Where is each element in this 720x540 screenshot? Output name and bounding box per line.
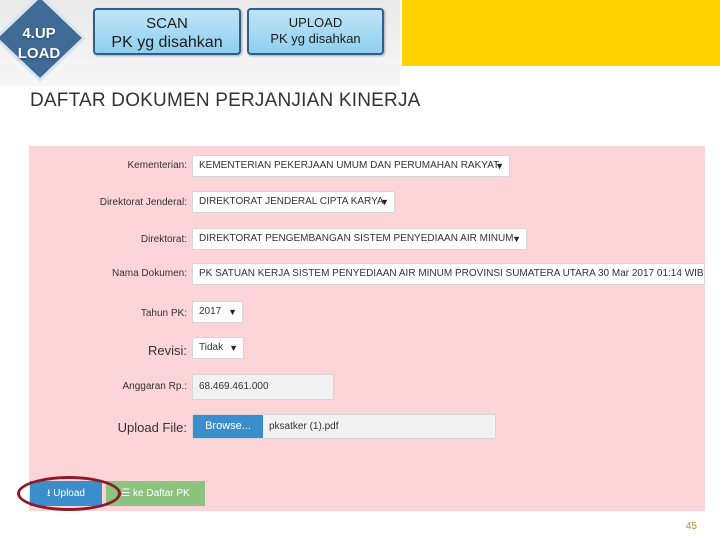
anggaran-label: Anggaran Rp.: xyxy=(122,381,188,392)
step-badge-label: 4.UP LOAD xyxy=(7,24,71,64)
step-badge-line2: LOAD xyxy=(17,45,61,62)
step-upload-subtitle: PK yg disahkan xyxy=(270,31,361,46)
anggaran-value: 68.469.461.000 xyxy=(199,381,269,392)
direktorat-jenderal-value: DIREKTORAT JENDERAL CIPTA KARYA xyxy=(199,196,384,207)
direktorat-label: Direktorat: xyxy=(140,234,187,245)
nama-dokumen-value: PK SATUAN KERJA SISTEM PENYEDIAAN AIR MI… xyxy=(199,268,704,279)
direktorat-caret-icon: ▼ xyxy=(512,234,521,244)
browse-button[interactable]: Browse... xyxy=(193,415,263,438)
step-upload-title: UPLOAD xyxy=(288,15,343,30)
upload-file-label: Upload File: xyxy=(117,420,187,435)
page-number: 45 xyxy=(685,521,697,532)
file-input[interactable]: Browse... pksatker (1).pdf xyxy=(192,414,496,439)
header-banner: 4.UP LOAD SCAN PK yg disahkan UPLOAD PK … xyxy=(0,0,400,86)
revisi-label: Revisi: xyxy=(147,343,187,358)
upload-highlight-ring xyxy=(17,476,121,511)
kementerian-select[interactable]: KEMENTERIAN PEKERJAAN UMUM DAN PERUMAHAN… xyxy=(192,155,510,177)
step-scan-box: SCAN PK yg disahkan xyxy=(93,8,241,55)
tahun-pk-label: Tahun PK: xyxy=(140,308,187,319)
direktorat-jenderal-select[interactable]: DIREKTORAT JENDERAL CIPTA KARYA ▼ xyxy=(192,191,395,213)
tahun-pk-select[interactable]: 2017 ▼ xyxy=(192,301,243,323)
selected-file-name: pksatker (1).pdf xyxy=(269,421,339,432)
tahun-pk-caret-icon: ▼ xyxy=(228,307,237,317)
page-title: DAFTAR DOKUMEN PERJANJIAN KINERJA xyxy=(30,90,421,111)
header-accent-bar xyxy=(402,0,720,66)
step-scan-title: SCAN xyxy=(146,15,188,32)
step-scan-subtitle: PK yg disahkan xyxy=(111,34,223,51)
revisi-select[interactable]: Tidak ▼ xyxy=(192,337,244,359)
revisi-caret-icon: ▼ xyxy=(229,343,238,353)
direktorat-select[interactable]: DIREKTORAT PENGEMBANGAN SISTEM PENYEDIAA… xyxy=(192,228,527,250)
direktorat-jenderal-caret-icon: ▼ xyxy=(380,197,389,207)
back-to-list-label: ke Daftar PK xyxy=(133,488,190,499)
direktorat-jenderal-label: Direktorat Jenderal: xyxy=(99,197,187,208)
tahun-pk-value: 2017 xyxy=(199,306,222,317)
step-upload-box: UPLOAD PK yg disahkan xyxy=(247,8,384,55)
list-icon: ☰ xyxy=(121,488,131,499)
anggaran-input[interactable]: 68.469.461.000 xyxy=(192,374,334,400)
direktorat-value: DIREKTORAT PENGEMBANGAN SISTEM PENYEDIAA… xyxy=(199,233,514,244)
nama-dokumen-input[interactable]: PK SATUAN KERJA SISTEM PENYEDIAAN AIR MI… xyxy=(192,263,705,285)
kementerian-caret-icon: ▼ xyxy=(495,161,504,171)
kementerian-value: KEMENTERIAN PEKERJAAN UMUM DAN PERUMAHAN… xyxy=(199,160,500,171)
nama-dokumen-label: Nama Dokumen: xyxy=(111,268,187,279)
slide: 4.UP LOAD SCAN PK yg disahkan UPLOAD PK … xyxy=(0,0,720,540)
revisi-value: Tidak xyxy=(199,342,224,353)
step-badge-line1: 4.UP xyxy=(22,25,56,42)
kementerian-label: Kementerian: xyxy=(127,160,187,171)
